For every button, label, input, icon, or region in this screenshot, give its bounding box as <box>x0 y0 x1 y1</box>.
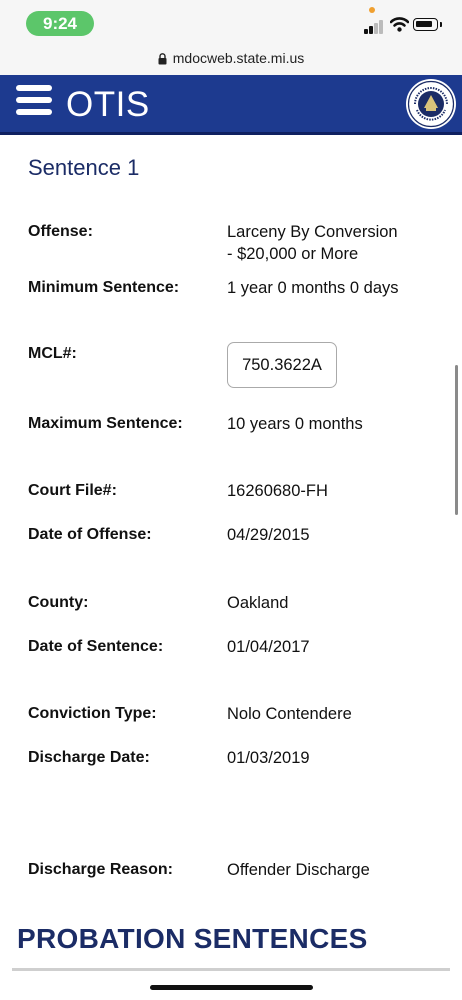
discharge-date-label: Discharge Date: <box>28 749 150 766</box>
discharge-reason-value: Offender Discharge <box>227 861 370 879</box>
court-file-value: 16260680-FH <box>227 482 328 500</box>
county-label: County: <box>28 594 89 611</box>
offense-value-line1: Larceny By Conversion <box>227 223 398 241</box>
sentence-title: Sentence 1 <box>28 155 140 180</box>
maximum-sentence-value: 10 years 0 months <box>227 415 363 433</box>
minimum-sentence-label: Minimum Sentence: <box>28 279 180 296</box>
probation-sentences-heading: PROBATION SENTENCES <box>17 923 368 954</box>
mcl-label: MCL#: <box>28 345 77 362</box>
app-title[interactable]: OTIS <box>66 83 150 127</box>
signal-icon <box>364 20 384 34</box>
minimum-sentence-value: 1 year 0 months 0 days <box>227 279 399 297</box>
url-text: mdocweb.state.mi.us <box>172 50 305 66</box>
status-bar: 9:24 <box>0 0 462 46</box>
conviction-type-label: Conviction Type: <box>28 705 157 722</box>
app-header: OTIS <box>0 75 462 135</box>
scrollbar[interactable] <box>455 365 458 515</box>
date-of-sentence-label: Date of Sentence: <box>28 638 164 655</box>
privacy-indicator-dot <box>369 7 375 13</box>
date-of-offense-value: 04/29/2015 <box>227 526 310 544</box>
section-divider <box>12 968 450 971</box>
offense-value-line2: - $20,000 or More <box>227 245 359 263</box>
discharge-date-value: 01/03/2019 <box>227 749 310 767</box>
county-value: Oakland <box>227 594 289 612</box>
hamburger-menu-icon[interactable] <box>16 85 52 115</box>
url-bar[interactable]: mdocweb.state.mi.us <box>0 46 462 75</box>
date-of-offense-label: Date of Offense: <box>28 526 152 543</box>
conviction-type-value: Nolo Contendere <box>227 705 352 723</box>
date-of-sentence-value: 01/04/2017 <box>227 638 310 656</box>
mcl-value-field[interactable]: 750.3622A <box>227 342 337 388</box>
offense-label: Offense: <box>28 223 93 240</box>
offense-value: Larceny By Conversion - $20,000 or More <box>227 221 437 265</box>
lock-icon <box>158 53 167 65</box>
maximum-sentence-label: Maximum Sentence: <box>28 415 183 432</box>
department-of-corrections-seal-icon <box>406 79 456 129</box>
home-indicator[interactable] <box>150 985 313 990</box>
status-time[interactable]: 9:24 <box>26 11 94 36</box>
wifi-icon <box>390 17 409 32</box>
battery-icon <box>413 18 442 31</box>
discharge-reason-label: Discharge Reason: <box>28 861 173 878</box>
court-file-label: Court File#: <box>28 482 117 499</box>
